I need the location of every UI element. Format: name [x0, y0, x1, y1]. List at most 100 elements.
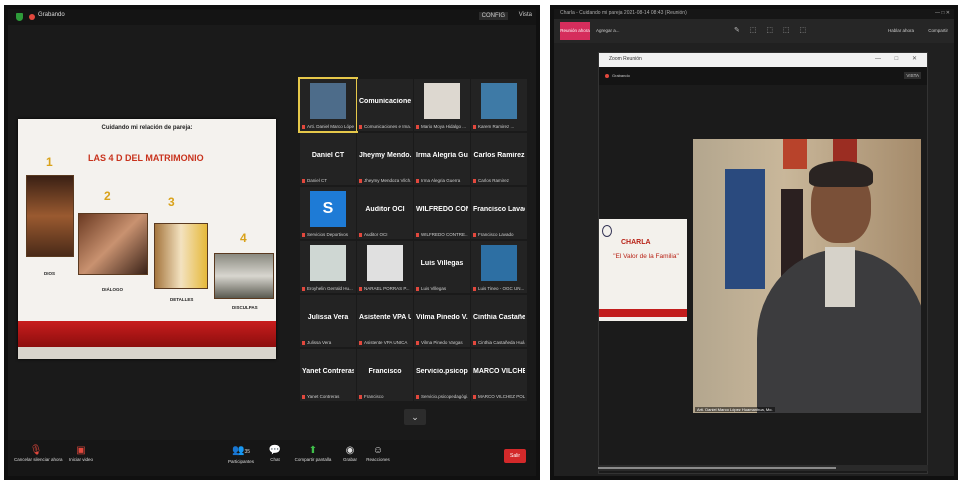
participant-label-text: Servicios Deportivos: [307, 232, 349, 237]
participant-tile[interactable]: S Servicios Deportivos: [300, 187, 356, 239]
participant-tile[interactable]: Luis Tineo - OGC UN...: [471, 241, 527, 293]
participant-tile[interactable]: Yanet Contreras Yanet Contreras: [300, 349, 356, 401]
progress-fill: [598, 467, 836, 469]
microphone-muted-icon: [473, 178, 476, 183]
participant-video: [481, 83, 517, 119]
config-button[interactable]: CONFIG: [478, 12, 508, 20]
security-shield-icon[interactable]: [16, 13, 23, 21]
participant-tile[interactable]: Karem Ramirez ...: [471, 79, 527, 131]
chevron-down-icon[interactable]: ⌄: [404, 409, 426, 425]
chat-button[interactable]: 💬 Chat: [264, 444, 286, 462]
participant-tile[interactable]: Daniel CT Daniel CT: [300, 133, 356, 185]
participant-tile[interactable]: Irma Alegría Gu... Irma Alegria Guerra: [414, 133, 470, 185]
record-icon: ◉: [345, 445, 355, 456]
slide-caption: DIÁLOGO: [102, 287, 123, 292]
participant-tile[interactable]: Cinthia Castañe... Cinthia Castañeda Huá.…: [471, 295, 527, 347]
reactions-label: Reacciones: [366, 457, 390, 462]
inner-top-bar: Grabando VISTA: [599, 67, 927, 85]
add-button[interactable]: Agregar a...: [596, 28, 620, 33]
slide-number: 2: [104, 189, 111, 203]
participant-tile[interactable]: MARCO VILCHE... MARCO VILCHEZ POLO: [471, 349, 527, 401]
participant-video: [481, 245, 517, 281]
participant-label-text: WILFREDO CONTRE...: [421, 232, 468, 237]
participant-tile[interactable]: Eroyhelin Gerrald Hu...: [300, 241, 356, 293]
participant-tile[interactable]: Arti. Daniel Marco Lópe...: [298, 77, 358, 133]
participant-tile[interactable]: Francisco Lavado Francisco Lavado: [471, 187, 527, 239]
shared-zoom-window: Zoom Reunión — □ ✕ Grabando VISTA CHARLA…: [598, 52, 928, 474]
participant-tile[interactable]: Julissa Vera Julissa Vera: [300, 295, 356, 347]
microphone-muted-icon: [416, 286, 419, 291]
mute-label: Cancelar silenciar ahora: [14, 457, 63, 462]
participant-label: Yanet Contreras: [302, 394, 354, 399]
view-button[interactable]: Vista: [519, 12, 532, 18]
participant-video: [310, 245, 346, 281]
tab-meeting-now[interactable]: Reunión ahora: [560, 22, 590, 40]
participant-name: Servicio.psicope...: [416, 368, 468, 375]
participant-video: [424, 83, 460, 119]
slide-image-dialogo: [78, 213, 148, 275]
participant-name: MARCO VILCHE...: [473, 368, 525, 375]
recording-label: Grabando: [38, 12, 65, 18]
participant-label-text: Arti. Daniel Marco Lópe...: [307, 124, 354, 129]
participant-name: Auditor OCI: [365, 206, 405, 213]
participant-tile[interactable]: Asistente VPA U... Asistente VPA UNICA: [357, 295, 413, 347]
participant-label-text: Asistente VPA UNICA: [364, 340, 408, 345]
participant-label: WILFREDO CONTRE...: [416, 232, 468, 237]
participant-label: Daniel CT: [302, 178, 354, 183]
participant-tile[interactable]: NARAEL PORRAS P...: [357, 241, 413, 293]
participant-name: Vilma Pinedo V...: [416, 314, 468, 321]
participant-label: Asistente VPA UNICA: [359, 340, 411, 345]
participant-tile[interactable]: Auditor OCI Auditor OCI: [357, 187, 413, 239]
participant-label-text: Eroyhelin Gerrald Hu...: [307, 286, 353, 291]
participant-tile[interactable]: WILFREDO CON... WILFREDO CONTRE...: [414, 187, 470, 239]
participant-tile[interactable]: Francisco Francisco: [357, 349, 413, 401]
microphone-muted-icon: [473, 124, 476, 129]
participant-name: Asistente VPA U...: [359, 314, 411, 321]
start-video-button[interactable]: ▣ Iniciar video: [64, 444, 98, 462]
participant-label-text: Luis Villegas: [421, 286, 447, 291]
participant-tile[interactable]: Comunicaciones... Comunicaciones e Ima...: [357, 79, 413, 131]
video-off-icon: ▣: [76, 445, 86, 456]
title-bar: Charla - Cuidando mi pareja 2021-08-14 0…: [554, 9, 954, 19]
participant-tile[interactable]: Carlos Ramirez Carlos Ramirez: [471, 133, 527, 185]
share-button[interactable]: Compartir: [928, 28, 948, 33]
mute-button[interactable]: 🎙 Cancelar silenciar ahora: [14, 444, 63, 462]
video-label: Iniciar video: [68, 457, 93, 462]
participant-label: Servicio.psicopedagógi...: [416, 394, 468, 399]
participant-label: Karem Ramirez ...: [473, 124, 525, 129]
participant-tile[interactable]: Jheymy Mendo... Jheymy Mendoza Vilch...: [357, 133, 413, 185]
share-screen-button[interactable]: ⬆ Compartir pantalla: [290, 444, 336, 462]
window-controls[interactable]: — □ ✕: [935, 10, 950, 16]
slide-caption: DETALLES: [170, 297, 194, 302]
participant-label: Francisco: [359, 394, 411, 399]
participant-tile[interactable]: Vilma Pinedo V... Vilma Pinedo Vargas: [414, 295, 470, 347]
toolbar-icons[interactable]: ✎ ⬚ ⬚ ⬚ ⬚: [734, 26, 810, 34]
participant-label: Jheymy Mendoza Vilch...: [359, 178, 411, 183]
participant-label-text: Francisco Lavado: [478, 232, 514, 237]
microphone-muted-icon: [416, 340, 419, 345]
participant-label: Carlos Ramirez: [473, 178, 525, 183]
participant-tile[interactable]: Servicio.psicope... Servicio.psicopedagóg…: [414, 349, 470, 401]
participant-tile[interactable]: Luis Villegas Luis Villegas: [414, 241, 470, 293]
record-button[interactable]: ◉ Grabar: [340, 444, 360, 462]
inner-window-controls[interactable]: — □ ✕: [875, 55, 923, 62]
participant-label-text: Mario Moya Hidalgo ...: [421, 124, 467, 129]
participant-tile[interactable]: Mario Moya Hidalgo ...: [414, 79, 470, 131]
inner-view-button[interactable]: VISTA: [904, 72, 921, 79]
reactions-button[interactable]: ☺ Reacciones: [364, 444, 392, 462]
participant-label-text: Daniel CT: [307, 178, 328, 183]
participant-label-text: Auditor OCI: [364, 232, 388, 237]
speak-now-button[interactable]: Hablar ahora: [888, 28, 914, 33]
slide-number: 1: [46, 155, 53, 169]
leave-button[interactable]: Salir: [504, 449, 526, 463]
slide-number: 3: [168, 195, 175, 209]
microphone-muted-icon: [473, 394, 476, 399]
microphone-muted-icon: [302, 178, 305, 183]
participant-label-text: Yanet Contreras: [307, 394, 340, 399]
microphone-muted-icon: [416, 124, 419, 129]
microphone-muted-icon: [416, 232, 419, 237]
participants-button[interactable]: 👥35 Participantes: [224, 444, 258, 464]
participant-label-text: NARAEL PORRAS P...: [364, 286, 410, 291]
participant-label: Auditor OCI: [359, 232, 411, 237]
participant-label: NARAEL PORRAS P...: [359, 286, 411, 291]
